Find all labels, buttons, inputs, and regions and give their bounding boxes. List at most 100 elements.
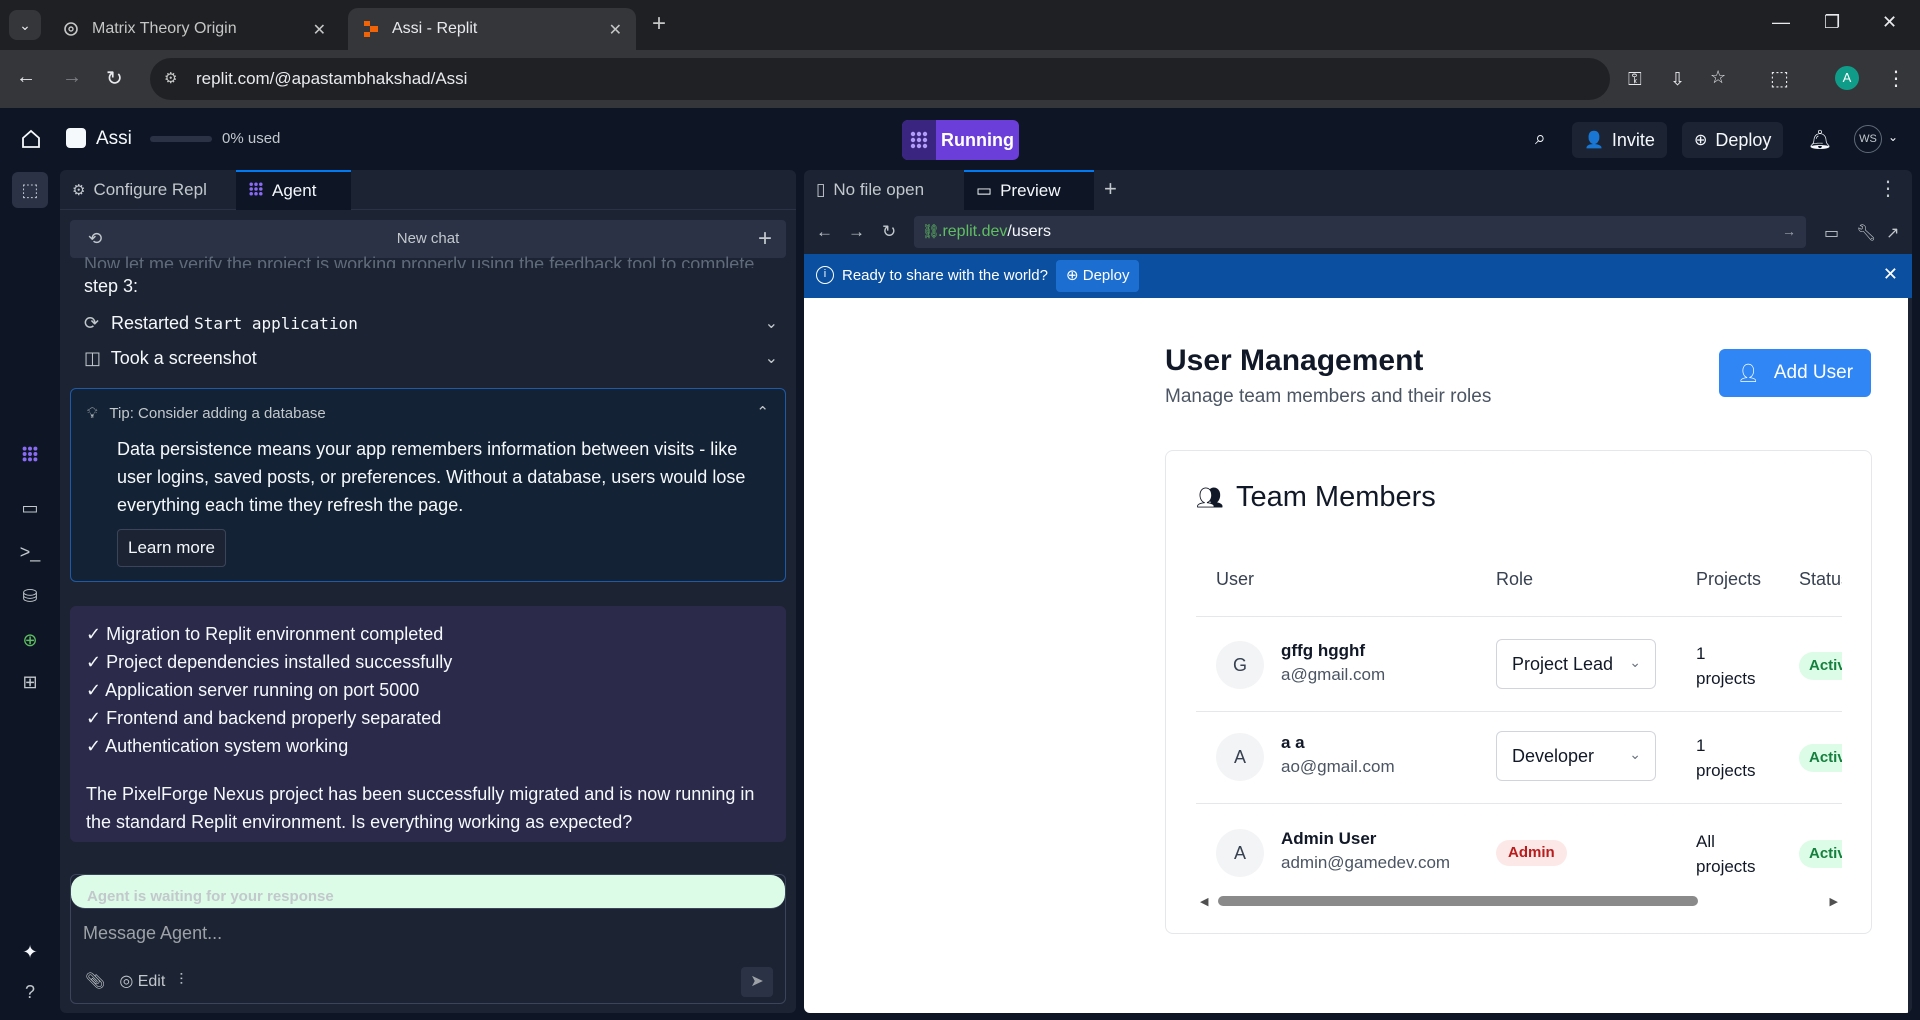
add-user-button[interactable]: 👤︎ Add User — [1719, 349, 1871, 397]
help-icon[interactable]: ? — [18, 980, 42, 1004]
new-tab-plus-icon[interactable]: + — [1104, 176, 1117, 202]
close-tab-icon[interactable]: ✕ — [313, 20, 326, 40]
address-bar[interactable]: ⚙ replit.com/@apastambhakshad/Assi ⚿ ⇩ ☆ — [150, 58, 1726, 100]
menu-dots-icon[interactable]: ⋮ — [1886, 66, 1906, 91]
search-icon[interactable]: ⌕ — [1535, 128, 1546, 150]
agent-icon — [902, 120, 936, 160]
refresh-icon: ⟳ — [84, 313, 100, 333]
devices-icon[interactable]: ▭ — [1824, 223, 1839, 243]
scroll-left-icon[interactable]: ◀ — [1200, 895, 1208, 908]
action-prefix: Restarted — [111, 313, 190, 333]
banner-deploy-label: Deploy — [1082, 267, 1130, 284]
agent-icon — [248, 181, 264, 201]
user-email: a@gmail.com — [1281, 665, 1386, 684]
preview-path: /users — [1007, 223, 1051, 240]
edit-label: Edit — [137, 973, 166, 990]
reload-icon[interactable]: ↻ — [106, 66, 123, 91]
tab-no-file[interactable]: ▯ No file open — [804, 170, 964, 210]
scroll-right-icon[interactable]: ▶ — [1830, 895, 1838, 908]
go-arrow-icon[interactable]: → — [1782, 223, 1796, 239]
learn-more-button[interactable]: Learn more — [117, 529, 226, 567]
forward-arrow-icon[interactable]: → — [848, 222, 865, 242]
admin-badge: Admin — [1496, 840, 1567, 866]
tab-configure-repl[interactable]: ⚙ Configure Repl — [60, 170, 236, 210]
wrench-icon[interactable]: 🔧︎ — [1856, 223, 1876, 243]
preview-domain: .replit.dev — [938, 223, 1008, 240]
repl-name[interactable]: Assi — [96, 128, 132, 150]
card-title: 👥︎ Team Members — [1196, 481, 1436, 514]
chevron-down-icon[interactable]: ⌄ — [765, 348, 778, 368]
install-app-icon[interactable]: ⇩ — [1670, 69, 1685, 90]
role-select[interactable]: Developer ⌄ — [1496, 731, 1656, 781]
projects-unit: projects — [1696, 761, 1756, 780]
user-avatar: G — [1216, 641, 1264, 689]
site-info-icon[interactable]: ⚙ — [164, 69, 186, 89]
check-item: ✓ Application server running on port 500… — [86, 680, 420, 700]
back-arrow-icon[interactable]: ← — [16, 66, 36, 89]
tab-preview[interactable]: ▭ Preview — [964, 170, 1094, 210]
check-item: ✓ Migration to Replit environment comple… — [86, 624, 444, 644]
tab-label: Preview — [1000, 181, 1061, 200]
star-icon[interactable]: ☆ — [1710, 67, 1726, 88]
horizontal-scrollbar[interactable]: ◀ ▶ — [1196, 893, 1842, 909]
close-tab-icon[interactable]: ✕ — [609, 20, 622, 40]
tab-title: Matrix Theory Origin — [92, 20, 237, 37]
chevron-down-icon[interactable]: ⌄ — [1888, 130, 1898, 144]
table-row: G gffg hgghf a@gmail.com Project Lead ⌄ … — [1196, 619, 1842, 709]
scrollbar-thumb[interactable] — [1218, 896, 1698, 906]
deployments-icon[interactable]: ⊕ — [18, 628, 42, 652]
browser-tab-active[interactable]: Assi - Replit ✕ — [348, 8, 636, 50]
close-icon[interactable]: ✕ — [1883, 264, 1898, 285]
new-tab-button[interactable]: + — [652, 12, 666, 36]
bell-icon[interactable]: 🔔︎ — [1808, 128, 1832, 152]
all-tools-icon[interactable]: ⊞ — [18, 670, 42, 694]
profile-avatar[interactable]: A — [1835, 66, 1859, 90]
more-vertical-icon[interactable]: ⋮ — [1878, 176, 1898, 201]
deploy-button[interactable]: ⊕ Deploy — [1682, 122, 1784, 158]
edit-button[interactable]: ◎ Edit — [119, 971, 165, 991]
minimize-icon[interactable]: — — [1772, 12, 1790, 33]
sparkle-icon[interactable]: ✦ — [18, 940, 42, 964]
user-name: gffg hgghf — [1281, 641, 1366, 660]
banner-deploy-button[interactable]: ⊕ Deploy — [1056, 260, 1140, 292]
invite-button[interactable]: 👤 Invite — [1572, 122, 1667, 158]
action-screenshot[interactable]: ◫ Took a screenshot ⌄ — [84, 348, 778, 374]
open-external-icon[interactable]: ↗ — [1886, 223, 1899, 243]
preview-url-bar[interactable]: ⛓ .replit.dev/users → — [914, 216, 1806, 248]
back-arrow-icon[interactable]: ← — [816, 222, 833, 242]
chevron-up-icon[interactable]: ⌃ — [756, 403, 769, 421]
settings-sliders-icon[interactable]: ⫶ — [179, 972, 183, 990]
address-url[interactable]: replit.com/@apastambhakshad/Assi — [196, 69, 467, 89]
browser-tab-strip: ⌄ Matrix Theory Origin ✕ Assi - Replit ✕… — [0, 0, 1920, 50]
send-button[interactable]: ➤ — [741, 967, 773, 997]
deploy-label: Deploy — [1715, 129, 1772, 150]
shell-icon[interactable]: >_ — [18, 540, 42, 564]
user-name: Admin User — [1281, 829, 1377, 848]
extensions-icon[interactable]: ⬚ — [1770, 66, 1789, 91]
files-icon[interactable]: ⬚ — [12, 172, 48, 208]
new-chat-icon[interactable]: + — [758, 225, 772, 253]
composer-tools: 📎︎ ◎ Edit ⫶ — [85, 971, 183, 991]
preview-monitor-icon[interactable]: ▭ — [18, 496, 42, 520]
tip-header[interactable]: 💡︎ Tip: Consider adding a database — [87, 405, 326, 422]
restore-icon[interactable]: ❐ — [1824, 12, 1840, 33]
tab-search-button[interactable]: ⌄ — [9, 10, 41, 40]
agent-rail-icon[interactable] — [18, 442, 42, 466]
preview-url: .replit.dev/users — [938, 223, 1051, 241]
paperclip-icon[interactable]: 📎︎ — [85, 971, 105, 991]
chevron-down-icon[interactable]: ⌄ — [765, 313, 778, 333]
user-avatar[interactable]: WS — [1854, 125, 1882, 153]
browser-tab[interactable]: Matrix Theory Origin ✕ — [48, 8, 340, 50]
forward-arrow-icon[interactable]: → — [62, 66, 82, 89]
run-button[interactable]: Running — [902, 120, 1019, 160]
action-restart[interactable]: ⟳ Restarted Start application ⌄ — [84, 313, 778, 339]
close-window-icon[interactable]: ✕ — [1882, 12, 1897, 33]
home-icon[interactable] — [20, 128, 42, 150]
reload-icon[interactable]: ↻ — [882, 222, 896, 242]
key-icon[interactable]: ⚿ — [1628, 69, 1642, 90]
message-input[interactable]: Message Agent... — [83, 923, 222, 944]
database-icon[interactable]: ⛁ — [18, 584, 42, 608]
role-select[interactable]: Project Lead ⌄ — [1496, 639, 1656, 689]
tab-agent[interactable]: Agent — [236, 170, 351, 210]
tab-label: Configure Repl — [93, 180, 207, 199]
